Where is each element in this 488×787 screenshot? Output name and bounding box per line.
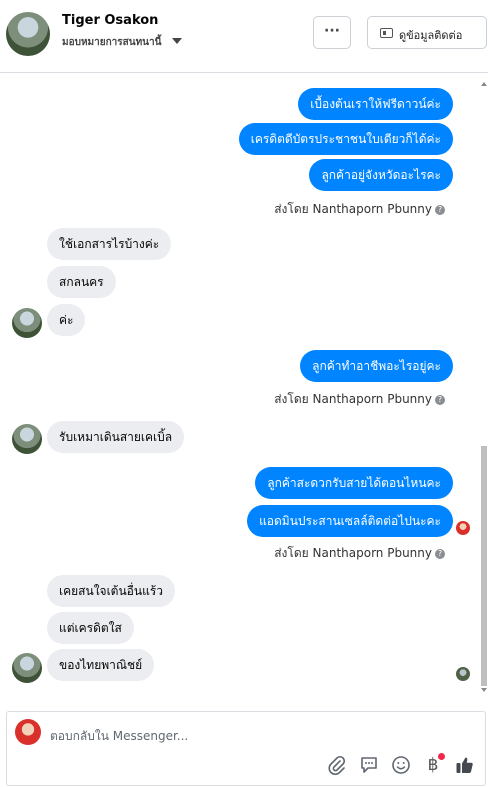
view-contact-info-button[interactable]: ดูข้อมูลติดต่อ (367, 16, 487, 49)
sent-by-prefix: ส่งโดย (274, 202, 309, 216)
chevron-down-icon[interactable] (172, 38, 182, 44)
thread-scrollbar[interactable] (480, 74, 488, 700)
message-bubble-incoming[interactable]: แต่เครดิตใส (47, 612, 134, 644)
contact-card-icon (380, 28, 393, 38)
notification-dot (438, 753, 445, 760)
message-bubble-outgoing[interactable]: แอดมินประสานเซลล์ติดต่อไปนะคะ (247, 505, 453, 537)
message-bubble-outgoing[interactable]: เบื้องต้นเราให้ฟรีดาวน์ค่ะ (298, 88, 453, 120)
sent-by-name: Nanthaporn Pbunny (312, 392, 432, 406)
emoji-icon[interactable] (391, 755, 411, 775)
sent-by-name: Nanthaporn Pbunny (312, 202, 432, 216)
sent-by-prefix: ส่งโดย (274, 546, 309, 560)
sent-by-label: ส่งโดย Nanthaporn Pbunny? (274, 390, 445, 409)
message-bubble-incoming[interactable]: ใช้เอกสารไรบ้างค่ะ (47, 228, 172, 260)
message-bubble-incoming[interactable]: สกลนคร (47, 266, 116, 298)
info-icon[interactable]: ? (435, 549, 445, 559)
sent-by-label: ส่งโดย Nanthaporn Pbunny? (274, 200, 445, 219)
saved-reply-icon[interactable] (359, 755, 379, 775)
reply-composer: ตอบกลับใน Messenger... ฿ (6, 711, 486, 786)
message-bubble-incoming[interactable]: เคยสนใจเต้นอื่นแร้ว (47, 575, 176, 607)
view-contact-info-label: ดูข้อมูลติดต่อ (399, 29, 463, 42)
sent-by-prefix: ส่งโดย (274, 392, 309, 406)
message-bubble-incoming[interactable]: ของไทยพาณิชย์ (47, 649, 155, 681)
message-bubble-incoming[interactable]: รับเหมาเดินสายเคเบิ้ล (47, 421, 185, 453)
attachment-icon[interactable] (327, 755, 347, 775)
sent-by-name: Nanthaporn Pbunny (312, 546, 432, 560)
more-options-button[interactable]: ··· (313, 16, 351, 49)
info-icon[interactable]: ? (435, 205, 445, 215)
scroll-down-arrow-icon[interactable] (481, 688, 487, 692)
sent-by-label: ส่งโดย Nanthaporn Pbunny? (274, 544, 445, 563)
read-receipt-avatar (456, 667, 470, 681)
conversation-header: Tiger Osakon มอบหมายการสนทนานี้ ··· ดูข้… (0, 0, 488, 73)
info-icon[interactable]: ? (435, 395, 445, 405)
contact-avatar[interactable] (6, 12, 50, 56)
scroll-up-arrow-icon[interactable] (481, 82, 487, 86)
assign-conversation-label[interactable]: มอบหมายการสนทนานี้ (62, 35, 161, 50)
contact-avatar-small[interactable] (12, 308, 42, 338)
contact-avatar-small[interactable] (12, 424, 42, 454)
scroll-thumb[interactable] (481, 446, 487, 686)
message-thread: เบื้องต้นเราให้ฟรีดาวน์ค่ะ เครดิตดีบัตรป… (0, 74, 480, 700)
message-bubble-outgoing[interactable]: ลูกค้าอยู่จังหวัดอะไรคะ (309, 159, 453, 191)
contact-avatar-small[interactable] (12, 653, 42, 683)
seen-by-avatar (456, 521, 470, 535)
message-bubble-outgoing[interactable]: ลูกค้าสะดวกรับสายได้ตอนไหนคะ (255, 467, 453, 499)
like-icon[interactable] (455, 755, 475, 775)
agent-avatar (15, 719, 41, 745)
reply-input[interactable]: ตอบกลับใน Messenger... (50, 727, 188, 746)
message-bubble-outgoing[interactable]: ลูกค้าทำอาชีพอะไรอยู่คะ (300, 350, 453, 382)
message-bubble-outgoing[interactable]: เครดิตดีบัตรประชาชนใบเดียวก็ได้ค่ะ (238, 123, 453, 155)
message-bubble-incoming[interactable]: ค่ะ (47, 304, 86, 336)
contact-name[interactable]: Tiger Osakon (62, 13, 158, 28)
